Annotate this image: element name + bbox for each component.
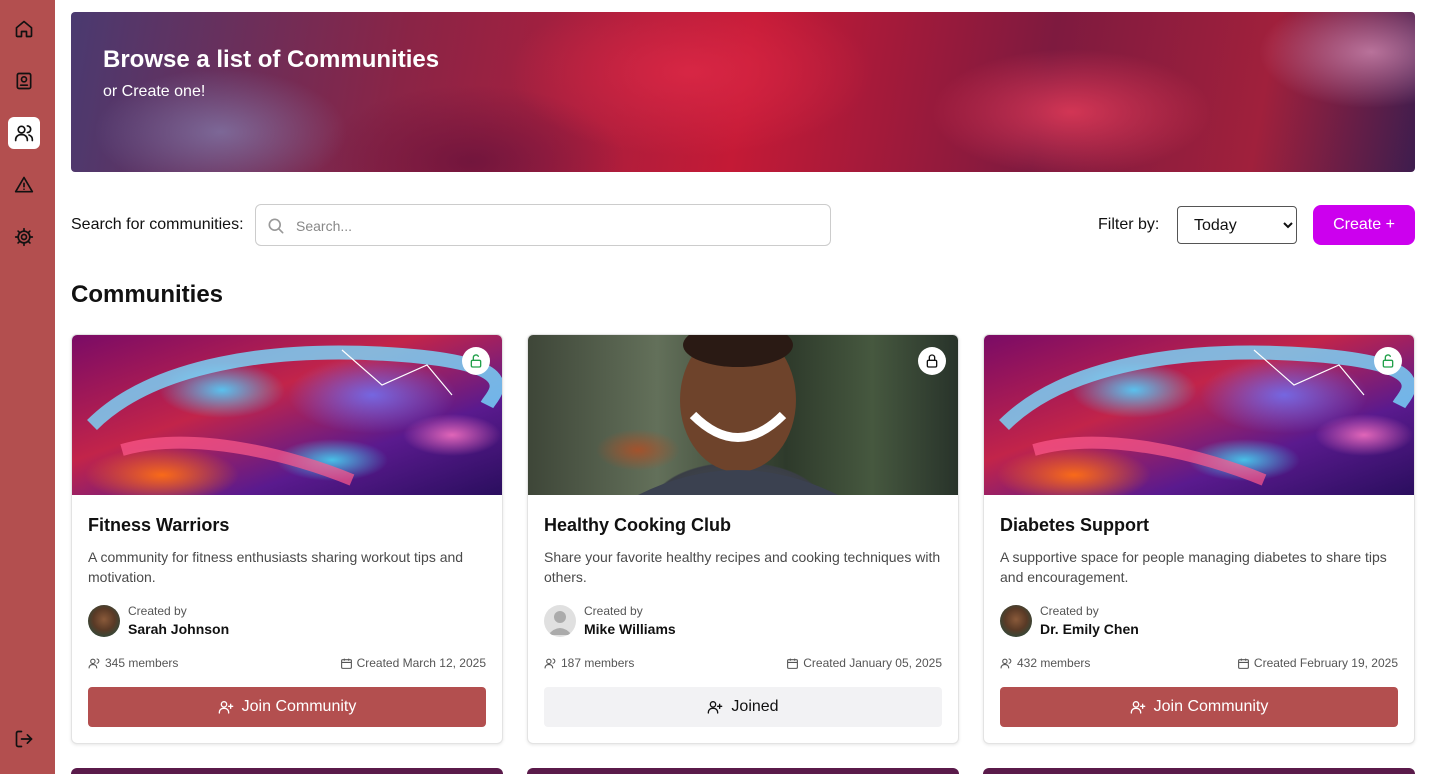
community-card-partial: [527, 768, 959, 774]
avatar: [544, 605, 576, 637]
default-avatar-icon: [548, 611, 572, 635]
created-by-label: Created by: [128, 604, 187, 618]
community-name: Healthy Cooking Club: [544, 515, 732, 535]
member-count-text: 345 members: [105, 656, 179, 670]
created-date-text: Created January 05, 2025: [803, 656, 942, 670]
unlock-badge: [1374, 347, 1402, 375]
community-cover-image: [528, 335, 958, 495]
unlock-badge: [462, 347, 490, 375]
hero-banner: Browse a list of Communities or Create o…: [71, 12, 1415, 172]
search-label: Search for communities:: [71, 216, 244, 233]
filter-label: Filter by:: [1098, 216, 1160, 233]
author-name: Dr. Emily Chen: [1040, 621, 1139, 637]
cover-photo: [638, 335, 838, 495]
unlock-icon: [470, 354, 482, 368]
member-count-text: 432 members: [1017, 656, 1091, 670]
warning-icon: [14, 176, 34, 193]
cover-art: [999, 345, 1414, 486]
created-date: Created January 05, 2025: [786, 656, 942, 670]
community-cover-image: [984, 335, 1414, 495]
user-plus-icon: [218, 701, 233, 714]
author-name: Sarah Johnson: [128, 621, 230, 637]
unlock-icon: [1382, 354, 1394, 368]
filter-select[interactable]: Today: [1177, 206, 1297, 244]
user-plus-icon: [1130, 701, 1145, 714]
users-icon: [14, 125, 34, 142]
search-icon: [268, 218, 284, 234]
community-card-partial: [71, 768, 503, 774]
cover-art: [87, 345, 502, 486]
avatar: [1000, 605, 1032, 637]
community-card-partial: [983, 768, 1415, 774]
community-description: Share your favorite healthy recipes and …: [544, 549, 941, 585]
sidebar-item-logout[interactable]: [8, 723, 40, 755]
community-description: A supportive space for people managing d…: [1000, 549, 1387, 585]
search-box: [255, 204, 831, 246]
member-count: 187 members: [544, 656, 634, 670]
member-count-text: 187 members: [561, 656, 635, 670]
create-community-button[interactable]: Create +: [1313, 205, 1415, 245]
calendar-icon: [1237, 658, 1249, 669]
created-date: Created February 19, 2025: [1237, 656, 1398, 670]
author-name: Mike Williams: [584, 621, 676, 637]
join-community-button[interactable]: Join Community: [88, 687, 486, 727]
community-card: Healthy Cooking Club Share your favorite…: [527, 334, 959, 744]
created-by-label: Created by: [1040, 604, 1099, 618]
joined-button-label: Joined: [731, 698, 779, 715]
lock-icon: [926, 354, 938, 368]
calendar-icon: [787, 658, 799, 669]
home-icon: [15, 20, 33, 38]
sidebar: [0, 0, 55, 774]
member-count: 345 members: [88, 656, 178, 670]
hero-title: Browse a list of Communities: [103, 46, 440, 73]
created-date-text: Created February 19, 2025: [1253, 656, 1398, 670]
gear-icon: [14, 227, 34, 247]
search-input[interactable]: [296, 213, 816, 239]
joined-button[interactable]: Joined: [544, 687, 942, 727]
journal-icon: [16, 72, 32, 90]
lock-badge: [918, 347, 946, 375]
join-community-button[interactable]: Join Community: [1000, 687, 1398, 727]
sidebar-item-journal[interactable]: [8, 65, 40, 97]
community-card: Fitness Warriors A community for fitness…: [71, 334, 503, 744]
calendar-icon: [340, 658, 352, 669]
join-button-label: Join Community: [241, 698, 357, 715]
community-description: A community for fitness enthusiasts shar…: [88, 549, 464, 585]
community-cover-image: [72, 335, 502, 495]
created-date: Created March 12, 2025: [340, 656, 486, 670]
users-icon: [88, 657, 100, 668]
users-icon: [544, 657, 556, 668]
created-by-label: Created by: [584, 604, 643, 618]
sidebar-item-communities[interactable]: [8, 117, 40, 149]
join-button-label: Join Community: [1153, 698, 1269, 715]
hero-subtitle: or Create one!: [103, 83, 206, 100]
sidebar-item-home[interactable]: [8, 13, 40, 45]
community-name: Fitness Warriors: [88, 515, 230, 535]
sidebar-item-alerts[interactable]: [8, 169, 40, 201]
sidebar-item-settings[interactable]: [8, 221, 40, 253]
created-date-text: Created March 12, 2025: [356, 656, 486, 670]
users-icon: [1000, 657, 1012, 668]
community-card: Diabetes Support A supportive space for …: [983, 334, 1415, 744]
community-name: Diabetes Support: [1000, 515, 1150, 535]
user-plus-icon: [708, 701, 723, 714]
logout-icon: [15, 730, 33, 748]
section-title: Communities: [71, 281, 224, 308]
avatar: [88, 605, 120, 637]
member-count: 432 members: [1000, 656, 1090, 670]
